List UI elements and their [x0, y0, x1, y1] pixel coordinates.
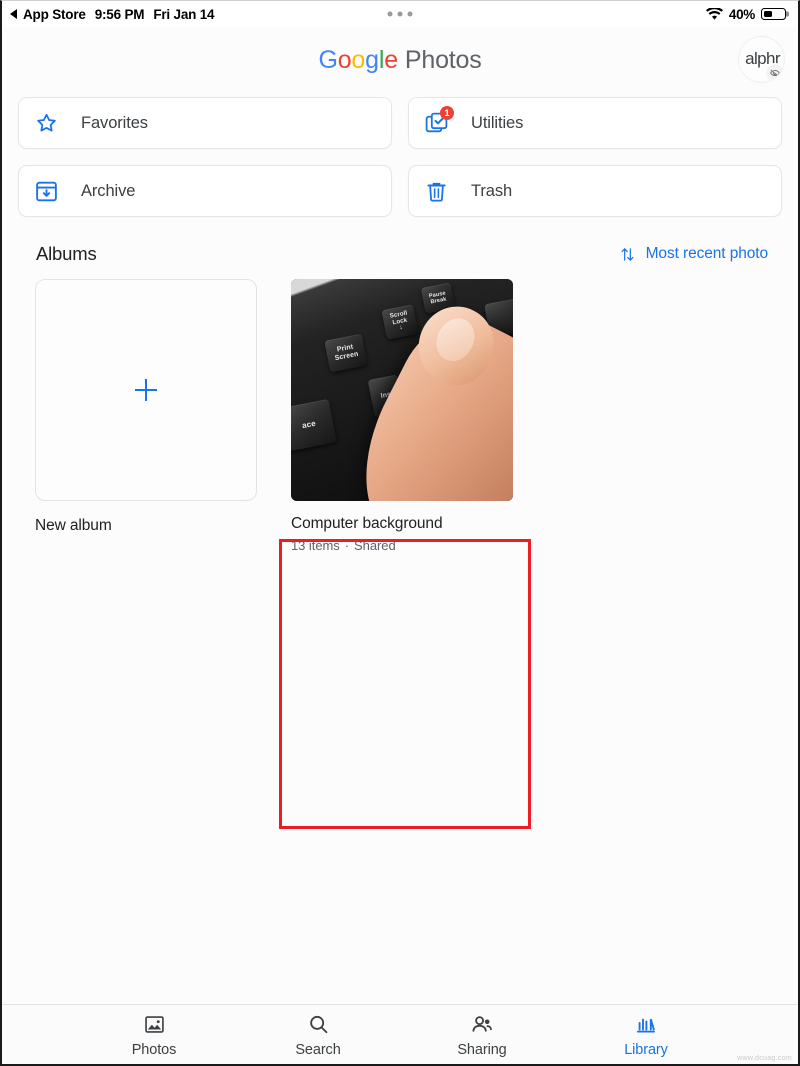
sort-up-down-arrows-icon [621, 247, 634, 261]
avatar[interactable]: alphr [738, 36, 785, 83]
google-letter-1: o [337, 45, 352, 74]
google-letter-2: o [351, 45, 366, 74]
tab-search[interactable]: Search [236, 1012, 400, 1058]
tab-library[interactable]: Library [564, 1012, 728, 1058]
plus-icon [135, 379, 157, 401]
google-photos-logo: Google Photos [318, 46, 481, 75]
new-album-tile[interactable] [35, 279, 257, 501]
albums-header: Albums Most recent photo [2, 243, 798, 265]
keyboard-key: ace [291, 398, 337, 452]
status-time: 9:56 PM [94, 6, 145, 22]
sort-control[interactable]: Most recent photo [619, 245, 768, 263]
stacked-checkbox-icon: 1 [423, 106, 454, 136]
new-album-caption: New album [35, 517, 112, 534]
google-letter-0: G [318, 45, 338, 74]
battery-percent-label: 40% [728, 6, 755, 22]
tab-library-label: Library [624, 1041, 668, 1058]
ipad-screen: App Store 9:56 PM Fri Jan 14 40% Google … [0, 0, 800, 1066]
utilities-badge: 1 [440, 106, 454, 120]
star-outline-icon [33, 110, 59, 136]
new-album-cell[interactable]: New album [18, 279, 274, 553]
wifi-icon [705, 7, 723, 20]
keyboard-photo: Print ScreenScroll Lock ↓Pause BreakPage… [291, 279, 513, 501]
tab-sharing-label: Sharing [457, 1041, 507, 1058]
sort-control-label: Most recent photo [645, 245, 768, 262]
shortcut-trash-label: Trash [471, 181, 513, 200]
album-subtitle: 13 items · Shared [291, 538, 513, 553]
album-item-count: 13 items [291, 538, 340, 553]
google-letter-3: g [365, 45, 379, 74]
back-triangle-icon[interactable] [10, 9, 17, 19]
finger [333, 293, 513, 501]
shortcut-favorites-label: Favorites [81, 113, 148, 132]
trash-can-icon [423, 178, 449, 204]
three-dots-icon[interactable] [387, 11, 413, 17]
status-back-app-label[interactable]: App Store [23, 7, 86, 22]
shortcut-archive[interactable]: Archive [18, 165, 392, 217]
album-shared-label: Shared [354, 538, 396, 553]
photo-mountain-icon [143, 1012, 166, 1038]
battery-icon [761, 8, 786, 20]
eye-slash-icon [765, 63, 784, 82]
tab-sharing[interactable]: Sharing [400, 1012, 564, 1058]
albums-title: Albums [36, 243, 97, 264]
keyboard-key: Scroll Lock ↓ [381, 304, 419, 340]
tab-search-label: Search [295, 1041, 341, 1058]
shortcut-grid: Favorites 1 Utilities Archive Trash [2, 97, 798, 217]
people-icon [470, 1012, 494, 1038]
google-letter-5: e [384, 45, 398, 74]
shortcut-utilities[interactable]: 1 Utilities [408, 97, 782, 149]
status-bar: App Store 9:56 PM Fri Jan 14 40% [2, 1, 798, 27]
archive-box-down-arrow-icon [33, 178, 59, 204]
albums-grid: New album Print Screen Scroll Lock ↓ Pause… [2, 279, 798, 829]
album-name: Computer background [291, 515, 443, 532]
keyboard-key: Print Screen [324, 333, 368, 373]
status-date: Fri Jan 14 [153, 6, 215, 22]
magnifier-icon [307, 1012, 330, 1038]
shortcut-trash[interactable]: Trash [408, 165, 782, 217]
app-header: Google Photos alphr [2, 27, 798, 93]
account-avatar-wrapper[interactable]: alphr [738, 36, 785, 83]
album-meta-separator: · [344, 538, 350, 553]
shortcut-archive-label: Archive [81, 181, 136, 200]
photos-wordmark: Photos [404, 45, 482, 74]
fingernail [429, 311, 482, 368]
bottom-tab-bar: Photos Search Sharing Library www.dcuag.… [2, 1004, 798, 1064]
tab-photos[interactable]: Photos [72, 1012, 236, 1058]
google-wordmark: Google [318, 45, 398, 75]
watermark: www.dcuag.com [737, 1055, 792, 1062]
status-bar-right: 40% [705, 6, 786, 22]
album-cell[interactable]: Print ScreenScroll Lock ↓Pause BreakPage… [274, 279, 530, 553]
tab-photos-label: Photos [131, 1041, 177, 1058]
shortcut-utilities-label: Utilities [471, 113, 524, 132]
album-thumbnail[interactable]: Print ScreenScroll Lock ↓Pause BreakPage… [291, 279, 513, 501]
library-bars-icon [634, 1012, 658, 1038]
shortcut-favorites[interactable]: Favorites [18, 97, 392, 149]
status-bar-left: App Store 9:56 PM Fri Jan 14 [10, 6, 215, 22]
